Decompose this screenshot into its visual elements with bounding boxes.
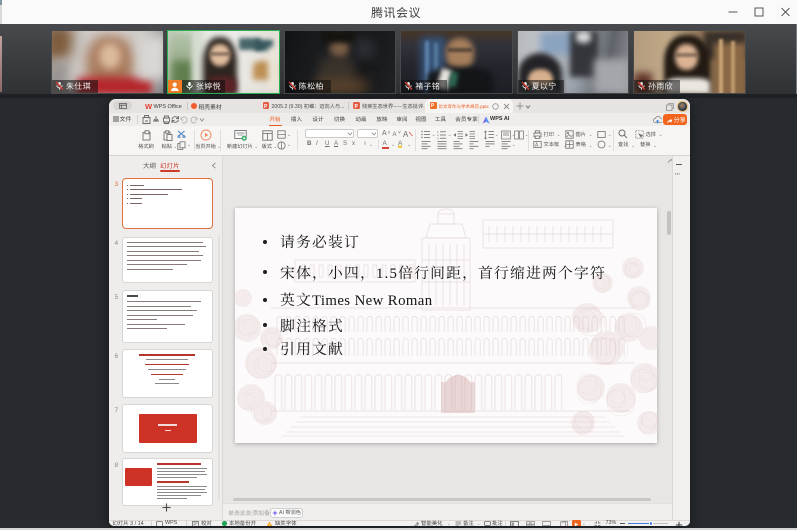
svg-text:3: 3	[437, 136, 439, 140]
svg-text:!: !	[269, 522, 270, 526]
svg-text:A: A	[403, 130, 409, 139]
